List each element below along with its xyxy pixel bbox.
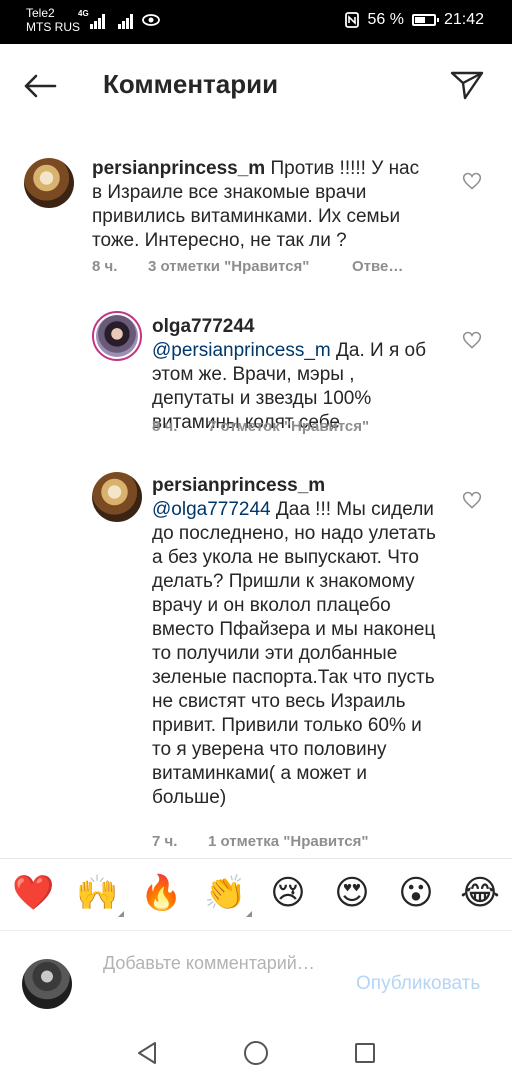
app-header: Комментарии	[0, 44, 512, 126]
emoji-clapping[interactable]: 👏	[204, 873, 252, 917]
emoji-crying[interactable]: 😢	[268, 873, 308, 913]
battery-icon	[411, 14, 439, 26]
comment-likes[interactable]: 7 отметок "Нравится"	[208, 418, 369, 435]
carrier-1: Tele2	[26, 6, 55, 20]
comment-time: 8 ч.	[152, 418, 178, 435]
square-recents-icon	[355, 1043, 375, 1063]
comment-text: persianprincess_m Против !!!!! У нас в И…	[92, 157, 422, 253]
comment-item: persianprincess_m Против !!!!! У нас в И…	[0, 150, 512, 290]
comment-body: Даа !!! Мы сидели до последнено, но надо…	[152, 499, 436, 808]
comment-mention[interactable]: @olga777244	[152, 499, 271, 520]
nav-home-button[interactable]	[241, 1038, 271, 1068]
clock: 21:42	[443, 11, 484, 28]
comment-username[interactable]: persianprincess_m	[152, 475, 325, 496]
comment-time: 8 ч.	[92, 258, 118, 275]
avatar[interactable]	[24, 158, 74, 208]
system-nav-bar	[0, 1030, 512, 1080]
reply-item: persianprincess_m @olga777244 Даа !!! Мы…	[0, 466, 512, 856]
current-user-avatar	[22, 959, 72, 1009]
emoji-laughing[interactable]: 😂	[460, 873, 500, 913]
nav-recents-button[interactable]	[350, 1038, 380, 1068]
avatar[interactable]	[92, 311, 142, 361]
comment-username[interactable]: olga777244	[152, 316, 254, 337]
comment-text: olga777244 @persianprincess_m Да. И я об…	[152, 315, 430, 435]
heart-icon[interactable]	[462, 490, 482, 510]
circle-home-icon	[244, 1041, 268, 1065]
comment-input[interactable]: Добавьте комментарий…	[103, 951, 323, 1007]
emoji-surprised[interactable]: 😮	[396, 873, 436, 913]
share-button[interactable]	[446, 64, 488, 106]
emoji-heart[interactable]: ❤️	[12, 873, 54, 913]
arrow-left-icon	[24, 74, 57, 98]
heart-icon[interactable]	[462, 330, 482, 350]
comment-text: persianprincess_m @olga777244 Даа !!! Мы…	[152, 474, 437, 810]
comment-time: 7 ч.	[152, 833, 178, 850]
signal-icon	[90, 13, 108, 29]
quick-reactions-bar: ❤️ 🙌 🔥 👏 😢 😍 😮 😂	[0, 858, 512, 930]
network-type: 4G	[78, 9, 89, 18]
paper-plane-icon	[450, 71, 484, 100]
nfc-icon	[345, 12, 360, 28]
emoji-fire[interactable]: 🔥	[140, 873, 182, 913]
nav-back-button[interactable]	[132, 1038, 162, 1068]
reply-button[interactable]: Отве…	[352, 258, 403, 275]
triangle-back-icon	[138, 1042, 156, 1064]
avatar[interactable]	[92, 472, 142, 522]
comment-mention[interactable]: @persianprincess_m	[152, 340, 331, 361]
emoji-raised-hands[interactable]: 🙌	[76, 873, 124, 917]
comment-likes[interactable]: 3 отметки "Нравится"	[148, 258, 309, 275]
carrier-2: MTS RUS	[26, 20, 80, 34]
back-button[interactable]	[20, 68, 60, 104]
heart-icon[interactable]	[462, 171, 482, 191]
page-title: Комментарии	[103, 69, 279, 99]
signal-icon-2	[118, 13, 136, 29]
reply-item: olga777244 @persianprincess_m Да. И я об…	[0, 305, 512, 445]
status-bar: Tele2 MTS RUS 4G 56 % 21:42	[0, 0, 512, 44]
emoji-heart-eyes[interactable]: 😍	[332, 873, 372, 913]
publish-button[interactable]: Опубликовать	[356, 973, 480, 995]
battery-percent: 56 %	[367, 11, 404, 28]
comment-likes[interactable]: 1 отметка "Нравится"	[208, 833, 369, 850]
comment-username[interactable]: persianprincess_m	[92, 158, 265, 179]
carrier-info: Tele2 MTS RUS	[26, 6, 80, 34]
comment-composer: Добавьте комментарий… Опубликовать	[0, 930, 512, 1030]
eye-icon	[142, 14, 160, 26]
